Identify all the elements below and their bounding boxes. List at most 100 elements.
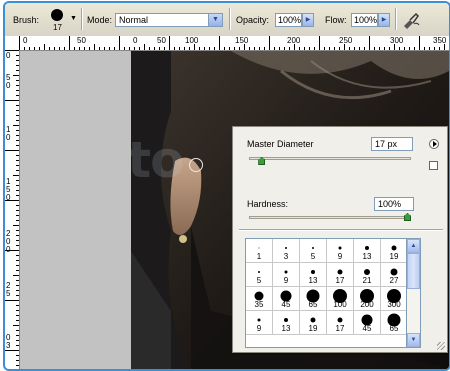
presets-scrollbar[interactable]: ▲ ▼	[407, 238, 421, 348]
brush-preset[interactable]: 100	[327, 287, 354, 311]
brush-preset[interactable]: 65	[381, 311, 406, 335]
brush-preset[interactable]: 19	[300, 311, 327, 335]
brush-preset[interactable]: 13	[354, 239, 381, 263]
brush-size-label: 17	[53, 23, 62, 32]
options-bar: Brush: 17 ▼ Mode: Normal ▼ Opacity: 100%…	[5, 3, 449, 37]
brush-label: Brush:	[13, 15, 40, 25]
brush-preset-tip-icon	[364, 269, 370, 275]
opacity-flyout-button[interactable]: ▶	[302, 13, 314, 27]
flow-input[interactable]: 100%	[351, 13, 378, 27]
ruler-left-label: 0	[6, 51, 11, 60]
brush-presets-grid: 1 3 5 9 13 19 5 9 13 17 21 27 35 45 65 100 200 300 9 13 19 17…	[245, 238, 407, 348]
brush-preset[interactable]: 5	[300, 239, 327, 263]
ruler-top-label: 300	[390, 36, 404, 45]
brush-preset-tip-icon	[258, 247, 260, 249]
scroll-up-icon[interactable]: ▲	[407, 239, 420, 253]
hardness-slider-thumb[interactable]	[404, 213, 411, 221]
brush-preset[interactable]: 13	[273, 311, 300, 335]
separator	[229, 8, 231, 30]
brush-preset-tip-icon	[284, 270, 288, 274]
new-preset-icon[interactable]	[429, 161, 438, 170]
resize-grip-icon[interactable]	[437, 342, 445, 350]
ruler-top-label: 250	[339, 36, 353, 45]
brush-preset-size-label: 19	[389, 252, 399, 261]
brush-preset-size-label: 45	[362, 324, 372, 333]
brush-preset[interactable]: 300	[381, 287, 406, 311]
master-diameter-slider[interactable]	[249, 157, 411, 160]
flow-label: Flow:	[325, 15, 347, 25]
brush-preset[interactable]: 5	[246, 263, 273, 287]
panel-divider	[239, 229, 443, 231]
brush-preset[interactable]: 1	[246, 239, 273, 263]
master-diameter-input[interactable]: 17 px	[371, 137, 413, 151]
brush-preset[interactable]: 45	[354, 311, 381, 335]
scroll-thumb[interactable]	[407, 253, 420, 289]
brush-preset-tip-icon	[337, 269, 343, 275]
opacity-label: Opacity:	[236, 15, 270, 25]
scroll-down-icon[interactable]: ▼	[407, 333, 420, 347]
brush-preset-size-label: 27	[389, 276, 399, 285]
canvas-pasteboard[interactable]	[20, 51, 131, 369]
brush-preset-tip-icon	[310, 317, 316, 323]
brush-preset-size-label: 13	[281, 324, 291, 333]
chevron-down-icon[interactable]: ▼	[208, 14, 222, 26]
hardness-label: Hardness:	[247, 199, 289, 209]
brush-preset[interactable]: 17	[327, 311, 354, 335]
brush-preset[interactable]: 65	[300, 287, 327, 311]
flow-value: 100%	[354, 15, 378, 25]
brush-preset[interactable]: 19	[381, 239, 406, 263]
mode-label: Mode:	[87, 15, 113, 25]
brush-preset[interactable]: 9	[327, 239, 354, 263]
ruler-top-label: 50	[157, 36, 166, 45]
panel-menu-arrow-icon[interactable]	[429, 139, 439, 149]
brush-preset[interactable]: 35	[246, 287, 273, 311]
brush-preset-tip-icon	[312, 247, 314, 249]
separator	[395, 8, 397, 30]
brush-preset-tip-icon	[338, 246, 342, 250]
separator	[81, 8, 83, 30]
hardness-input[interactable]: 100%	[374, 197, 414, 211]
opacity-value: 100%	[278, 15, 302, 25]
brush-preset[interactable]: 3	[273, 239, 300, 263]
brush-preset-size-label: 5	[310, 252, 316, 261]
master-diameter-label: Master Diameter	[247, 139, 314, 149]
ruler-left-label: 0	[6, 245, 11, 254]
brush-picker-panel: Master Diameter 17 px Hardness: 100% 135…	[232, 126, 448, 353]
hardness-slider[interactable]	[249, 216, 411, 219]
brush-preset-size-label: 9	[283, 276, 289, 285]
brush-preset[interactable]: 13	[300, 263, 327, 287]
ruler-left-label: 3	[6, 341, 11, 350]
brush-preset-tip-icon	[257, 318, 261, 322]
brush-preset[interactable]: 9	[273, 263, 300, 287]
brush-preset-size-label: 300	[387, 300, 401, 309]
brush-preset-tip-icon	[311, 270, 315, 274]
brush-preset-tip-icon	[284, 318, 288, 322]
flow-flyout-button[interactable]: ▶	[378, 13, 390, 27]
brush-preset[interactable]: 9	[246, 311, 273, 335]
airbrush-icon[interactable]	[401, 10, 421, 30]
ruler-left-label: 5	[6, 289, 11, 298]
brush-preset-size-label: 45	[281, 300, 291, 309]
brush-preset-tip-icon	[365, 246, 369, 250]
brush-preset-size-label: 5	[256, 276, 262, 285]
brush-preview-icon[interactable]	[51, 9, 63, 21]
brush-preset[interactable]: 45	[273, 287, 300, 311]
opacity-input[interactable]: 100%	[275, 13, 302, 27]
brush-preset[interactable]: 27	[381, 263, 406, 287]
brush-preset-tip-icon	[285, 247, 287, 249]
ruler-top-label: 350	[433, 36, 447, 45]
brush-preset-size-label: 17	[335, 324, 345, 333]
ruler-top-label: 0	[133, 36, 138, 45]
brush-picker-arrow-icon[interactable]: ▼	[70, 15, 77, 22]
mode-select[interactable]: Normal ▼	[115, 13, 223, 27]
ruler-left-ticks	[5, 50, 19, 366]
brush-preset-tip-icon	[337, 317, 343, 323]
ruler-top-label: 0	[23, 36, 28, 45]
brush-preset-tip-icon	[390, 268, 398, 276]
brush-preset[interactable]: 17	[327, 263, 354, 287]
brush-preset-size-label: 100	[333, 300, 347, 309]
brush-preset-size-label: 13	[362, 252, 372, 261]
brush-preset-size-label: 65	[389, 324, 399, 333]
brush-preset[interactable]: 21	[354, 263, 381, 287]
brush-preset[interactable]: 200	[354, 287, 381, 311]
